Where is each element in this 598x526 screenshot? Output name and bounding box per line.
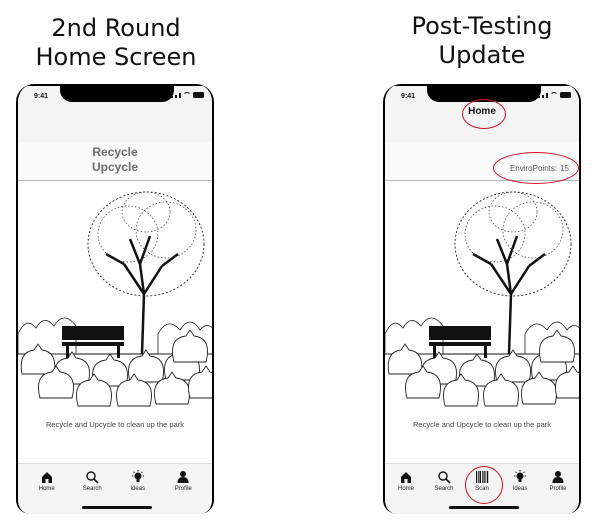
home-icon [41, 472, 52, 483]
home-indicator[interactable] [82, 506, 152, 509]
right-heading-line1: Post-Testing [411, 12, 553, 40]
tab-label: Ideas [130, 486, 146, 492]
right-heading: Post-Testing Update [382, 12, 582, 70]
signal-bar [546, 93, 548, 98]
tab-search[interactable]: Search [75, 470, 109, 492]
park-caption: Recycle and Upcycle to clean up the park [46, 420, 184, 429]
page-title-line1: Recycle [92, 145, 138, 159]
tab-ideas[interactable]: Ideas [503, 470, 537, 492]
tab-bar: Home Search Scan Ideas Profile [385, 463, 579, 514]
tab-ideas[interactable]: Ideas [121, 470, 155, 492]
signal-icon [171, 96, 173, 98]
tab-label: Profile [549, 486, 567, 492]
tab-profile[interactable]: Profile [166, 470, 200, 492]
signal-icon [538, 96, 540, 98]
annotation-circle-scan [465, 466, 503, 504]
left-heading-line1: 2nd Round [51, 14, 181, 42]
status-time: 9:41 [401, 93, 416, 100]
home-icon [401, 472, 411, 483]
tab-label: Home [397, 486, 414, 492]
left-heading: 2nd Round Home Screen [16, 14, 216, 72]
right-phone: 9:41 Home EnviroPoints: 15 Recycle and Up… [383, 84, 581, 514]
signal-bar [175, 95, 177, 98]
wifi-icon [550, 92, 558, 98]
status-icons [171, 92, 204, 98]
page-header: Recycle Upcycle [18, 142, 212, 181]
lightbulb-icon [513, 470, 527, 483]
left-heading-line2: Home Screen [35, 43, 197, 71]
tab-home[interactable]: Home [389, 470, 423, 492]
tab-search[interactable]: Search [427, 470, 461, 492]
wifi-icon [183, 92, 191, 98]
status-time: 9:41 [34, 93, 49, 100]
signal-bar [179, 93, 181, 98]
annotation-circle-points [493, 152, 579, 184]
signal-bar [542, 95, 544, 98]
tab-label: Search [82, 486, 102, 492]
battery-icon [560, 92, 571, 98]
annotation-circle-title [462, 99, 506, 129]
tab-label: Home [38, 486, 55, 492]
status-icons [538, 92, 571, 98]
page-title-line2: Upcycle [91, 160, 139, 174]
left-phone: 9:41 Recycle Upcycle Recycle and Upcycle… [16, 84, 214, 514]
tab-label: Ideas [512, 486, 528, 492]
tab-bar: Home Search Ideas Profile [18, 463, 212, 514]
home-indicator[interactable] [449, 506, 519, 509]
tab-home[interactable]: Home [30, 470, 64, 492]
tab-profile[interactable]: Profile [541, 470, 575, 492]
park-illustration [18, 190, 212, 408]
tab-label: Profile [174, 486, 192, 492]
park-caption: Recycle and Upcycle to clean up the park [413, 420, 551, 429]
search-icon [438, 471, 451, 484]
right-heading-line2: Update [438, 41, 526, 69]
battery-icon [193, 92, 204, 98]
search-icon [86, 471, 100, 484]
person-icon [177, 471, 189, 483]
lightbulb-icon [131, 470, 145, 483]
person-icon [552, 471, 564, 483]
notch [60, 84, 174, 102]
tab-label: Search [434, 486, 454, 492]
page-title: Recycle Upcycle [18, 145, 212, 175]
park-illustration [385, 190, 579, 408]
